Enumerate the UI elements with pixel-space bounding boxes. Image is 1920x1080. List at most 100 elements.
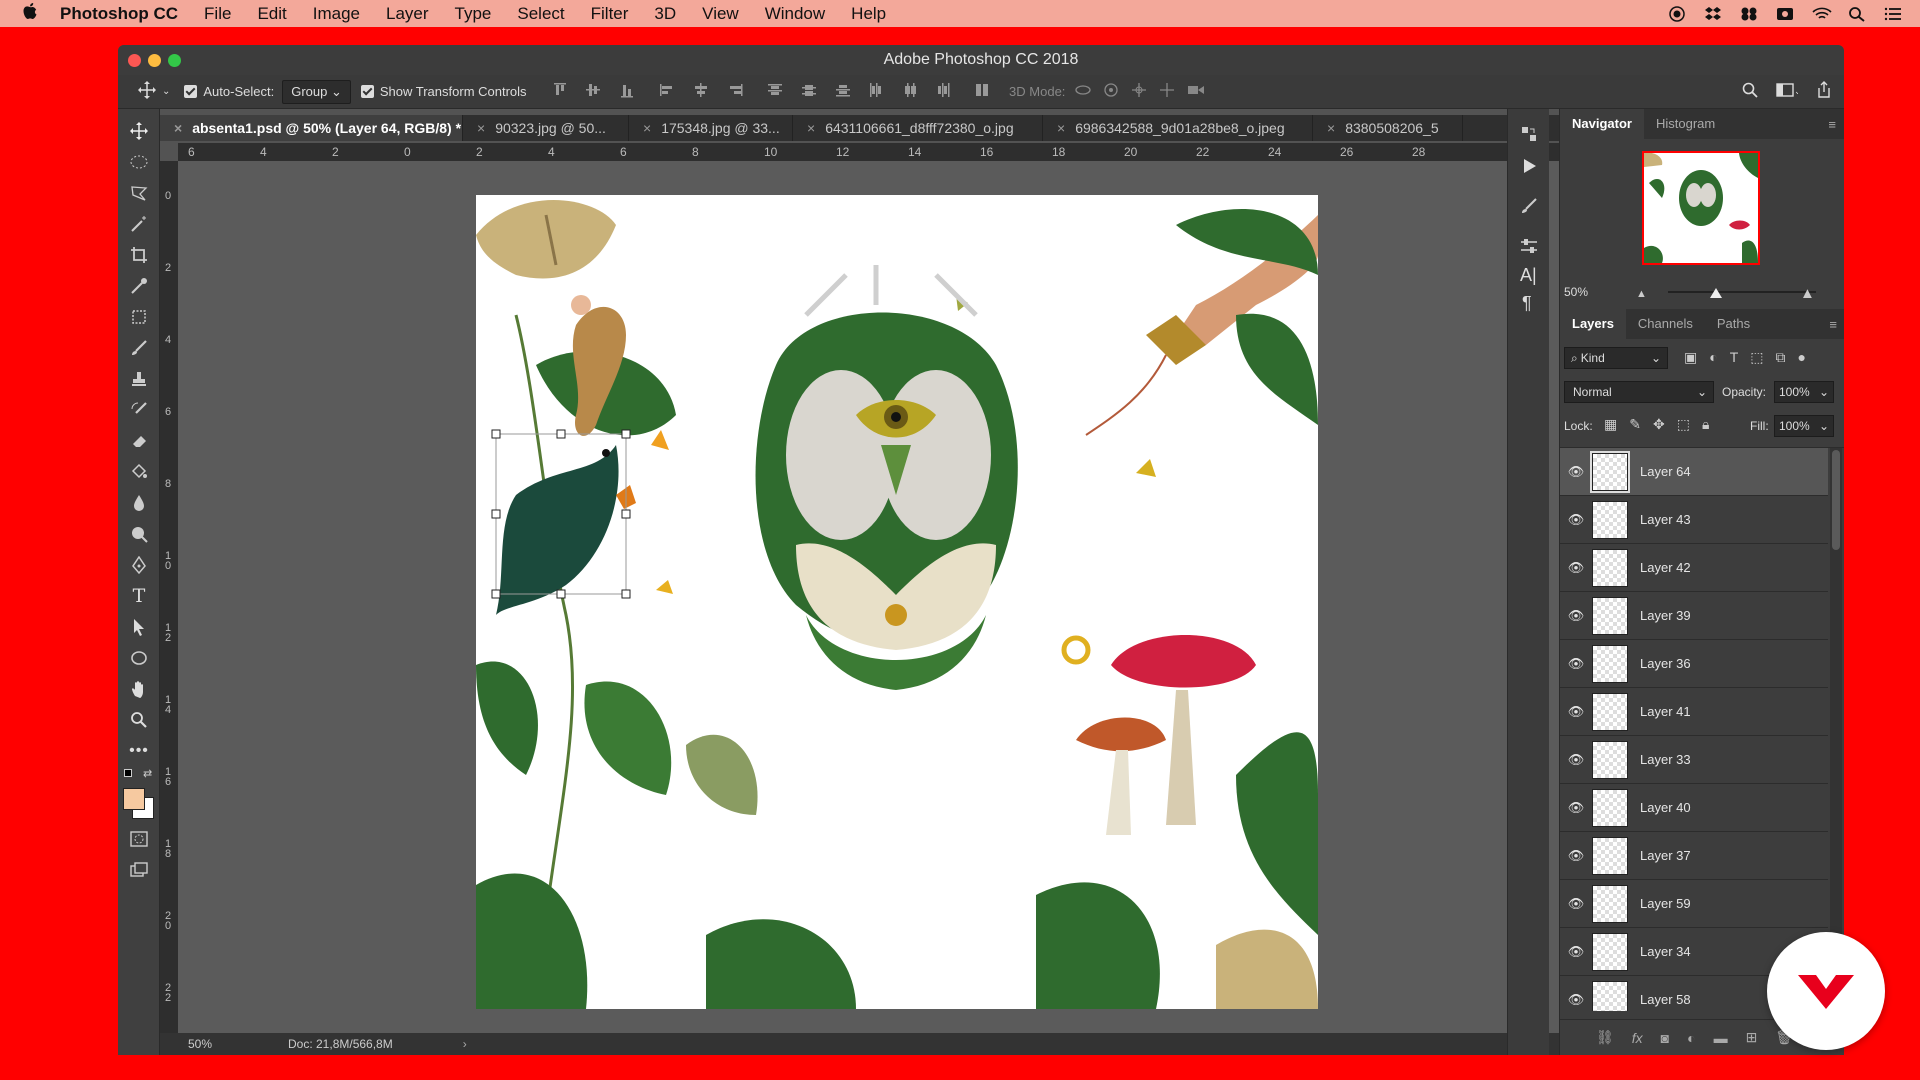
align-left-icon[interactable] <box>659 82 675 98</box>
layer-row[interactable]: 👁︎ Layer 37 <box>1560 832 1828 880</box>
visibility-eye-icon[interactable]: 👁︎ <box>1560 848 1592 864</box>
3d-scale-icon[interactable] <box>1187 82 1205 101</box>
character-icon[interactable]: A| <box>1520 265 1537 286</box>
menu-edit[interactable]: Edit <box>257 4 286 24</box>
filter-type-icon[interactable]: T <box>1730 349 1739 366</box>
zoom-level[interactable]: 50% <box>188 1037 248 1051</box>
layer-filter-dropdown[interactable]: ⌕ Kind ⌄ <box>1564 347 1668 369</box>
new-group-icon[interactable]: ▬ <box>1714 1030 1728 1046</box>
close-tab-icon[interactable]: × <box>477 120 485 136</box>
panel-menu-icon[interactable]: ≡ <box>1829 317 1837 332</box>
visibility-eye-icon[interactable]: 👁︎ <box>1560 896 1592 912</box>
ellipse-tool-icon[interactable] <box>127 646 151 670</box>
clone-stamp-icon[interactable] <box>127 367 151 391</box>
align-hcenter-icon[interactable] <box>693 82 709 98</box>
auto-select-checkbox[interactable] <box>184 85 198 98</box>
3d-orbit-icon[interactable] <box>1075 82 1092 101</box>
menu-3d[interactable]: 3D <box>654 4 676 24</box>
search-icon[interactable] <box>1742 82 1758 101</box>
fx-icon[interactable]: fx <box>1632 1030 1643 1046</box>
visibility-eye-icon[interactable]: 👁︎ <box>1560 752 1592 768</box>
distribute-hcenter-icon[interactable] <box>902 82 918 98</box>
filter-pixel-icon[interactable]: ▣ <box>1684 349 1697 366</box>
link-layers-icon[interactable]: ⛓︎ <box>1596 1029 1614 1046</box>
menu-view[interactable]: View <box>702 4 739 24</box>
3d-slide-icon[interactable] <box>1159 82 1175 101</box>
visibility-eye-icon[interactable]: 👁︎ <box>1560 800 1592 816</box>
magic-wand-icon[interactable] <box>127 212 151 236</box>
scrollbar-thumb[interactable] <box>1832 450 1840 550</box>
canvas-area[interactable] <box>178 161 1567 1033</box>
layers-scrollbar[interactable] <box>1830 448 1842 1011</box>
lock-artboard-icon[interactable]: ⬚ <box>1677 416 1690 433</box>
workspace-icon[interactable]: ⌄ <box>1776 82 1802 101</box>
visibility-eye-icon[interactable]: 👁︎ <box>1560 944 1592 960</box>
layer-row[interactable]: 👁︎ Layer 33 <box>1560 736 1828 784</box>
align-right-icon[interactable] <box>727 82 743 98</box>
navigator-zoom-slider[interactable] <box>1668 291 1816 293</box>
tab-8380508206[interactable]: × 8380508206_5 <box>1313 115 1463 141</box>
history-icon[interactable] <box>1520 125 1538 148</box>
navigator-zoom-value[interactable]: 50% <box>1564 285 1588 299</box>
tab-6986342588[interactable]: × 6986342588_9d01a28be8_o.jpeg <box>1043 115 1313 141</box>
tab-90323[interactable]: × 90323.jpg @ 50... <box>463 115 629 141</box>
distribute-right-icon[interactable] <box>935 82 951 98</box>
status-menu-arrow[interactable]: › <box>463 1037 467 1051</box>
close-tab-icon[interactable]: × <box>643 120 651 136</box>
blend-mode-dropdown[interactable]: Normal ⌄ <box>1564 381 1714 403</box>
frame-tool-icon[interactable] <box>127 305 151 329</box>
menu-type[interactable]: Type <box>455 4 492 24</box>
panel-menu-icon[interactable]: ≡ <box>1828 117 1836 132</box>
close-tab-icon[interactable]: × <box>174 120 182 136</box>
hand-tool-icon[interactable] <box>127 677 151 701</box>
distribute-top-icon[interactable] <box>767 82 783 98</box>
camera-app-icon[interactable] <box>1776 6 1794 22</box>
move-tool-icon[interactable] <box>138 81 156 102</box>
tab-histogram[interactable]: Histogram <box>1644 109 1727 139</box>
navigator-thumbnail[interactable] <box>1642 151 1760 265</box>
search-icon[interactable] <box>1848 6 1866 22</box>
paragraph-icon[interactable]: ¶ <box>1522 293 1532 314</box>
layer-row[interactable]: 👁︎ Layer 43 <box>1560 496 1828 544</box>
close-window-button[interactable] <box>128 54 141 67</box>
visibility-eye-icon[interactable]: 👁︎ <box>1560 512 1592 528</box>
lock-image-icon[interactable]: ✎ <box>1629 416 1641 433</box>
distribute-vcenter-icon[interactable] <box>801 82 817 98</box>
3d-pan-icon[interactable] <box>1131 82 1147 101</box>
visibility-eye-icon[interactable]: 👁︎ <box>1560 704 1592 720</box>
distribute-bottom-icon[interactable] <box>835 82 851 98</box>
visibility-eye-icon[interactable]: 👁︎ <box>1560 464 1592 480</box>
zoom-out-icon[interactable]: ▲ <box>1636 288 1647 300</box>
lock-transparent-icon[interactable]: ▦ <box>1604 416 1617 433</box>
menu-window[interactable]: Window <box>765 4 825 24</box>
menu-select[interactable]: Select <box>517 4 564 24</box>
wifi-icon[interactable] <box>1812 6 1832 22</box>
chevron-down-icon[interactable]: ⌄ <box>162 86 170 97</box>
tab-175348[interactable]: × 175348.jpg @ 33... <box>629 115 793 141</box>
actions-play-icon[interactable] <box>1520 157 1538 180</box>
zoom-tool-icon[interactable] <box>127 708 151 732</box>
default-colors-icon[interactable] <box>124 769 132 777</box>
document-canvas[interactable] <box>476 195 1318 1009</box>
notification-center-icon[interactable] <box>1884 6 1902 22</box>
layer-row[interactable]: 👁︎ Layer 40 <box>1560 784 1828 832</box>
share-icon[interactable] <box>1816 81 1832 102</box>
fill-input[interactable]: 100% ⌄ <box>1774 415 1834 437</box>
blur-tool-icon[interactable] <box>127 491 151 515</box>
tab-channels[interactable]: Channels <box>1626 309 1705 339</box>
layer-row[interactable]: 👁︎ Layer 64 <box>1560 448 1828 496</box>
swap-colors-icon[interactable]: ⇄ <box>143 767 152 780</box>
opacity-input[interactable]: 100% ⌄ <box>1774 381 1834 403</box>
pen-tool-icon[interactable] <box>127 553 151 577</box>
visibility-eye-icon[interactable]: 👁︎ <box>1560 992 1592 1008</box>
layer-row[interactable]: 👁︎ Layer 39 <box>1560 592 1828 640</box>
filter-toggle-icon[interactable]: ● <box>1798 349 1806 366</box>
new-layer-icon[interactable]: ⊞ <box>1746 1029 1758 1046</box>
marquee-tool-icon[interactable] <box>127 150 151 174</box>
tab-paths[interactable]: Paths <box>1705 309 1762 339</box>
visibility-eye-icon[interactable]: 👁︎ <box>1560 656 1592 672</box>
more-tools-icon[interactable]: ••• <box>127 739 151 763</box>
screen-mode-icon[interactable] <box>127 858 151 882</box>
3d-roll-icon[interactable] <box>1103 82 1119 101</box>
lock-all-icon[interactable]: 🔒︎ <box>1702 416 1709 433</box>
